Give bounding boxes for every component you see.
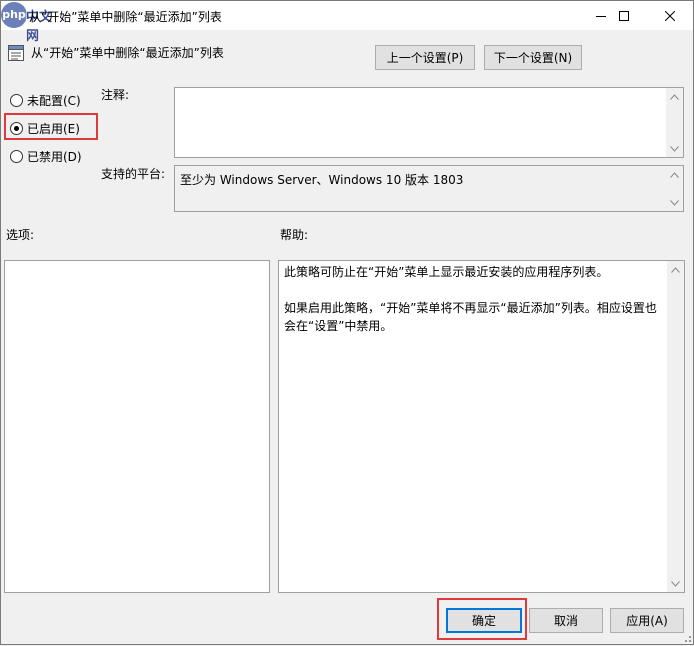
radio-disabled[interactable]: 已禁用(D) [10, 148, 82, 165]
scroll-down-icon[interactable] [666, 194, 683, 211]
comment-label: 注释: [101, 88, 130, 102]
comment-field[interactable] [174, 87, 684, 158]
options-panel [4, 260, 270, 593]
radio-label: 已禁用(D) [27, 150, 82, 164]
apply-button[interactable]: 应用(A) [610, 608, 684, 633]
help-text: 此策略可防止在“开始”菜单上显示最近安装的应用程序列表。 如果启用此策略，“开始… [284, 263, 666, 335]
radio-circle[interactable] [10, 122, 23, 135]
title-bar[interactable]: php 中文网 从“开始”菜单中删除“最近添加”列表 [1, 1, 693, 44]
resize-grip-icon[interactable] [680, 631, 692, 643]
previous-setting-button[interactable]: 上一个设置(P) [375, 45, 475, 70]
window-title: 从“开始”菜单中删除“最近添加”列表 [29, 10, 222, 24]
help-scrollbar[interactable] [667, 261, 684, 592]
maximize-button[interactable] [601, 2, 647, 31]
scroll-up-icon[interactable] [667, 261, 684, 278]
radio-not-configured[interactable]: 未配置(C) [10, 92, 81, 109]
radio-circle[interactable] [10, 150, 23, 163]
setting-title: 从“开始”菜单中删除“最近添加”列表 [31, 46, 224, 60]
options-label: 选项: [6, 228, 35, 242]
scroll-down-icon[interactable] [666, 140, 683, 157]
radio-enabled[interactable]: 已启用(E) [10, 120, 80, 137]
close-button[interactable] [647, 2, 693, 31]
scroll-up-icon[interactable] [666, 88, 683, 105]
radio-label: 已启用(E) [27, 122, 80, 136]
radio-circle[interactable] [10, 94, 23, 107]
help-paragraph: 此策略可防止在“开始”菜单上显示最近安装的应用程序列表。 [284, 265, 609, 279]
policy-setting-icon [8, 45, 24, 61]
ok-button[interactable]: 确定 [446, 608, 522, 633]
platform-field: 至少为 Windows Server、Windows 10 版本 1803 [174, 165, 684, 212]
cancel-button[interactable]: 取消 [529, 608, 603, 633]
help-paragraph: 如果启用此策略，“开始”菜单将不再显示“最近添加”列表。相应设置也会在“设置”中… [284, 301, 657, 333]
watermark-logo: php [1, 2, 27, 28]
help-panel: 此策略可防止在“开始”菜单上显示最近安装的应用程序列表。 如果启用此策略，“开始… [278, 260, 685, 593]
help-label: 帮助: [280, 228, 309, 242]
radio-label: 未配置(C) [27, 94, 81, 108]
comment-scrollbar[interactable] [666, 88, 683, 157]
platform-scrollbar[interactable] [666, 166, 683, 211]
scroll-up-icon[interactable] [666, 166, 683, 183]
platform-label: 支持的平台: [101, 167, 166, 181]
platform-value: 至少为 Windows Server、Windows 10 版本 1803 [180, 173, 464, 187]
maximize-icon [619, 10, 629, 24]
next-setting-button[interactable]: 下一个设置(N) [484, 45, 582, 70]
close-icon [664, 10, 676, 24]
scroll-down-icon[interactable] [667, 575, 684, 592]
